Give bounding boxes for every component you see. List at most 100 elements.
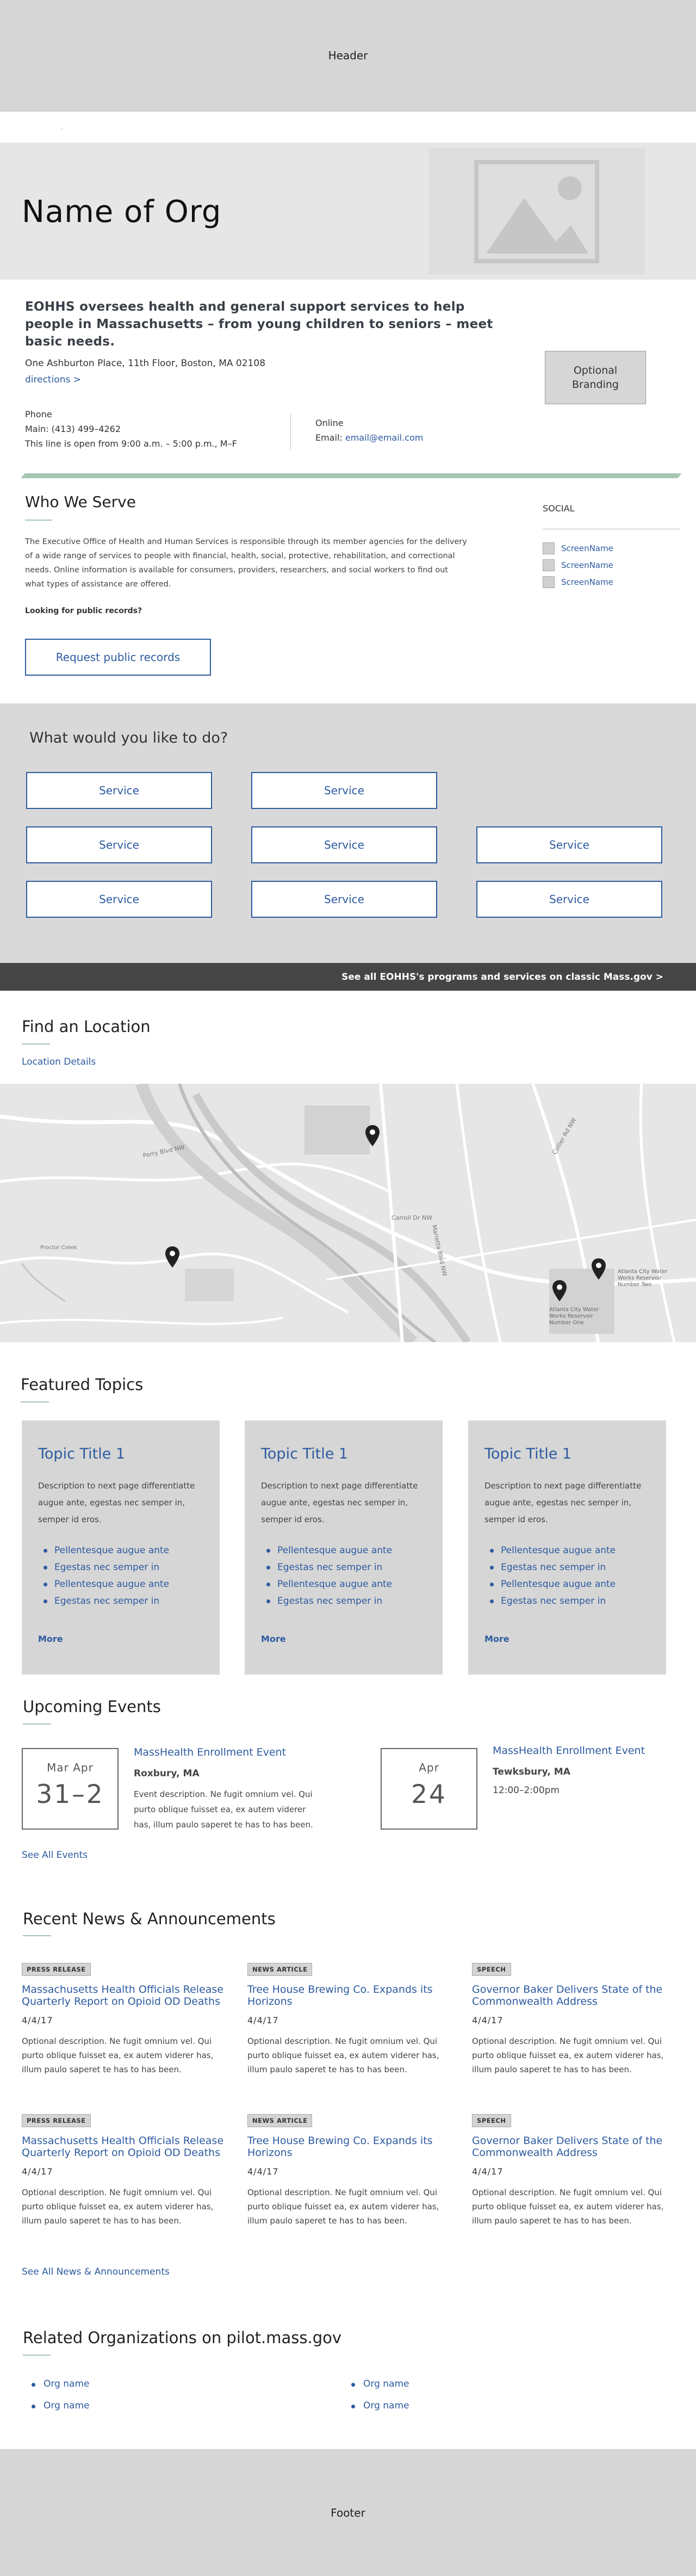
topic-link[interactable]: Egestas nec semper in [484,1559,650,1576]
online-info: Online Email: email@email.com [315,416,423,445]
online-label: Online [315,418,344,428]
service-button[interactable]: Service [26,772,212,809]
topic-more-link[interactable]: More [38,1634,63,1644]
social-link[interactable]: ScreenName [543,542,613,554]
service-button[interactable]: Service [251,881,437,918]
news-type-badge: SPEECH [472,1963,511,1976]
service-button[interactable]: Service [251,772,437,809]
topic-title[interactable]: Topic Title 1 [38,1445,203,1462]
title-underline [21,1401,49,1403]
map-pin-icon[interactable] [364,1125,381,1147]
social-link[interactable]: ScreenName [543,576,613,588]
related-org-link[interactable]: Org name [345,2400,409,2411]
topic-card: Topic Title 1 Description to next page d… [468,1420,666,1675]
map-pin-icon[interactable] [551,1280,568,1302]
email-label: Email: [315,433,345,443]
topic-link[interactable]: Egestas nec semper in [261,1559,426,1576]
event-day: 31–2 [36,1780,104,1809]
see-all-news-link[interactable]: See All News & Announcements [22,2266,170,2277]
news-description: Optional description. Ne fugit omnium ve… [247,2188,439,2226]
topic-link[interactable]: Pellentesque augue ante [261,1576,426,1593]
related-org-link[interactable]: Org name [25,2400,89,2411]
news-description: Optional description. Ne fugit omnium ve… [472,2036,664,2074]
topic-description: Description to next page differentiatte … [484,1481,642,1524]
topic-link[interactable]: Egestas nec semper in [261,1593,426,1610]
social-screenname: ScreenName [561,560,613,570]
service-button[interactable]: Service [476,826,662,863]
directions-link[interactable]: directions > [25,374,81,385]
social-screenname: ScreenName [561,543,613,553]
upcoming-events-title: Upcoming Events [23,1697,161,1716]
event-description: Event description. Ne fugit omnium vel. … [134,1789,313,1830]
related-orgs-title: Related Organizations on pilot.mass.gov [23,2328,342,2347]
topic-link[interactable]: Pellentesque augue ante [38,1576,203,1593]
phone-label: Phone [25,409,52,419]
map-pin-icon[interactable] [591,1258,607,1281]
topic-link[interactable]: Egestas nec semper in [484,1593,650,1610]
footer-label: Footer [331,2506,365,2519]
topic-link[interactable]: Pellentesque augue ante [261,1542,426,1559]
service-button[interactable]: Service [26,881,212,918]
news-title-link[interactable]: Governor Baker Delivers State of the Com… [472,1984,676,2007]
see-all-events-link[interactable]: See All Events [22,1850,88,1861]
related-org-link[interactable]: Org name [25,2379,89,2389]
org-intro-title: EOHHS oversees health and general suppor… [25,300,493,349]
request-public-records-button[interactable]: Request public records [25,639,211,676]
service-button[interactable]: Service [476,881,662,918]
news-title: Recent News & Announcements [23,1910,276,1928]
location-title: Find an Location [22,1017,151,1036]
topic-title[interactable]: Topic Title 1 [261,1445,426,1462]
topic-description: Description to next page differentiatte … [38,1481,195,1524]
section-divider [21,473,682,478]
email-link[interactable]: email@email.com [345,433,424,443]
related-org-link[interactable]: Org name [345,2379,409,2389]
image-placeholder-icon [474,160,599,263]
news-title-link[interactable]: Massachusetts Health Officials Release Q… [22,1984,226,2007]
event-time: 12:00–2:00pm [493,1785,560,1796]
topic-link[interactable]: Pellentesque augue ante [38,1542,203,1559]
topic-link[interactable]: Pellentesque augue ante [484,1576,650,1593]
news-description: Optional description. Ne fugit omnium ve… [22,2036,214,2074]
topic-title[interactable]: Topic Title 1 [484,1445,650,1462]
org-banner: Name of Org [0,143,696,280]
topic-description: Description to next page differentiatte … [261,1481,418,1524]
topic-more-link[interactable]: More [484,1634,509,1644]
event-title-link[interactable]: MassHealth Enrollment Event [493,1745,645,1757]
map-pin-icon[interactable] [164,1246,181,1269]
topic-links: Pellentesque augue ante Egestas nec semp… [38,1542,203,1610]
service-button[interactable]: Service [251,826,437,863]
news-type-badge: NEWS ARTICLE [247,2114,313,2127]
location-details-link[interactable]: Location Details [22,1057,96,1067]
location-map[interactable]: Carroll Dr NW Perry Blvd NW Marietta Blv… [0,1084,696,1342]
title-underline [23,2355,51,2356]
who-we-serve-title: Who We Serve [25,493,136,511]
breadcrumb: · [61,125,63,133]
optional-branding: Optional Branding [545,351,646,404]
topic-link[interactable]: Egestas nec semper in [38,1559,203,1576]
topic-more-link[interactable]: More [261,1634,286,1644]
featured-topics-title: Featured Topics [21,1375,144,1394]
social-link[interactable]: ScreenName [543,559,613,571]
news-title-link[interactable]: Tree House Brewing Co. Expands its Horiz… [247,2135,451,2159]
phone-hours: This line is open from 9:00 a.m. – 5:00 … [25,438,237,449]
news-date: 4/4/17 [247,2166,279,2177]
phone-info: Phone Main: (413) 499–4262 This line is … [25,407,237,451]
news-item: SPEECH Governor Baker Delivers State of … [472,1963,676,2077]
event-location: Tewksbury, MA [493,1766,570,1777]
news-item: PRESS RELEASE Massachusetts Health Offic… [22,1963,226,2077]
banner-image-placeholder [428,148,645,274]
service-button[interactable]: Service [26,826,212,863]
see-all-programs-link[interactable]: See all EOHHS's programs and services on… [0,963,696,991]
event-month: Apr [419,1761,439,1774]
social-icon [543,559,555,571]
news-item: PRESS RELEASE Massachusetts Health Offic… [22,2114,226,2228]
news-title-link[interactable]: Governor Baker Delivers State of the Com… [472,2135,676,2159]
title-underline [23,1935,51,1936]
event-title-link[interactable]: MassHealth Enrollment Event [134,1746,286,1758]
title-underline [23,1723,51,1725]
news-title-link[interactable]: Tree House Brewing Co. Expands its Horiz… [247,1984,451,2007]
topic-link[interactable]: Egestas nec semper in [38,1593,203,1610]
news-title-link[interactable]: Massachusetts Health Officials Release Q… [22,2135,226,2159]
map-label: Carroll Dr NW [391,1214,432,1221]
topic-link[interactable]: Pellentesque augue ante [484,1542,650,1559]
